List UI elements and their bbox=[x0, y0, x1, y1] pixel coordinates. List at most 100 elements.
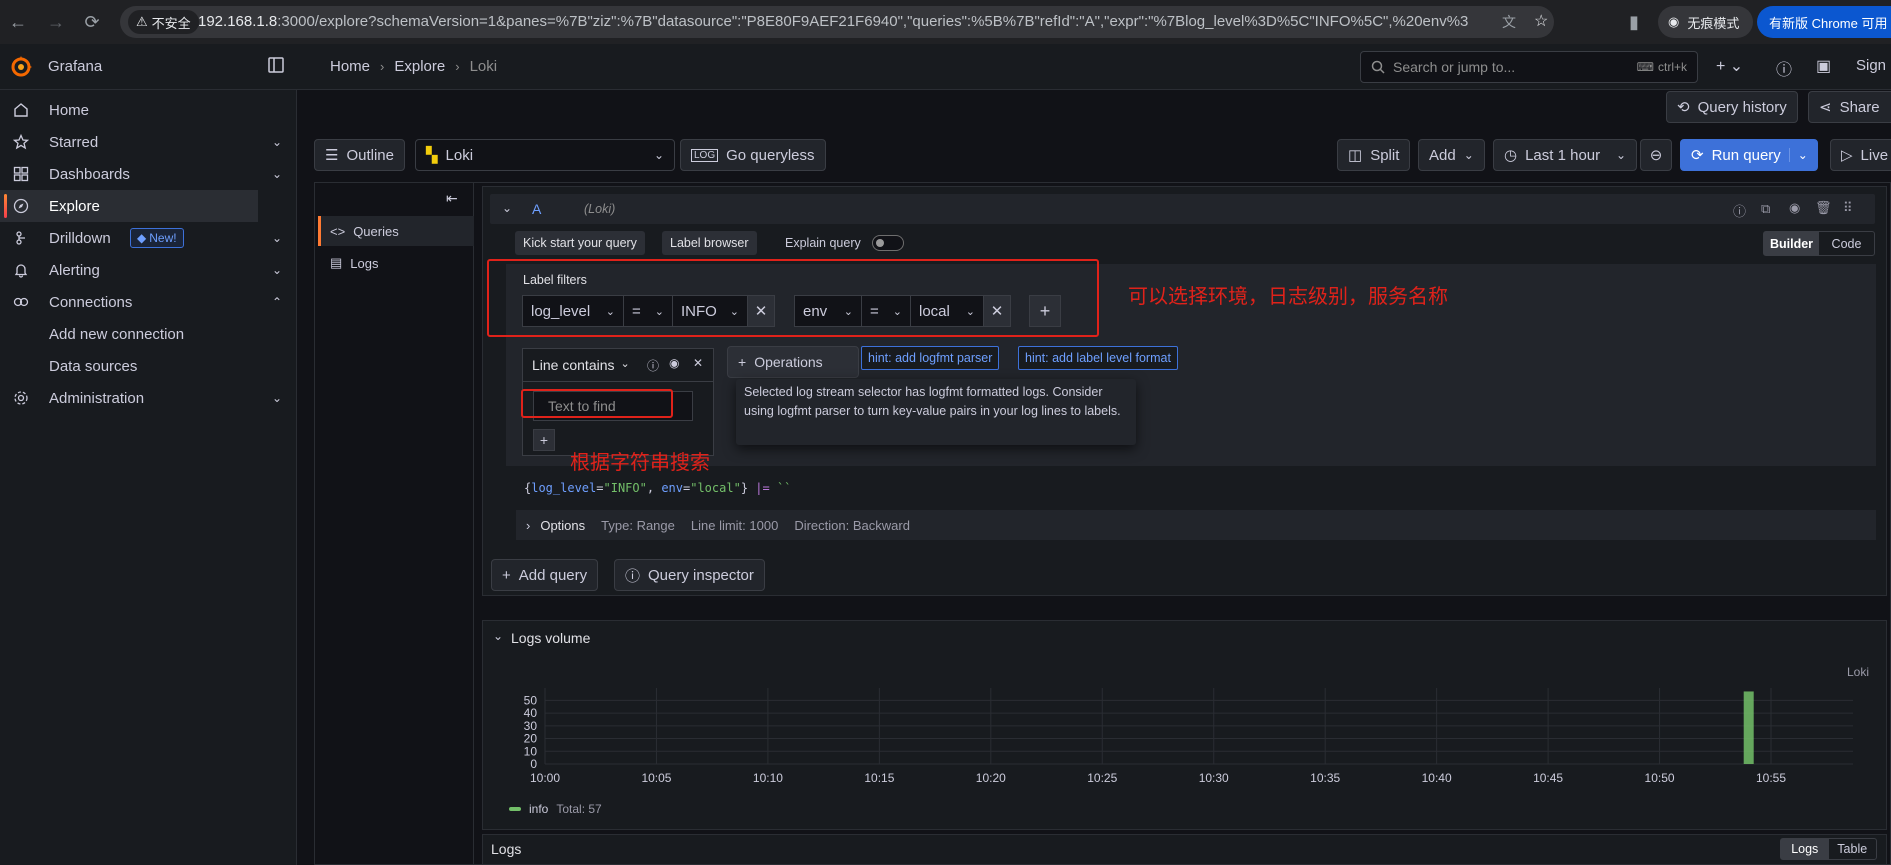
add-button[interactable]: Add ⌄ bbox=[1418, 139, 1485, 171]
chevron-down-icon[interactable]: ⌄ bbox=[272, 391, 282, 405]
editor-mode-switch[interactable]: Builder Code bbox=[1763, 231, 1875, 256]
add-query-button[interactable]: + Add query bbox=[491, 559, 599, 591]
sidebar-item-home[interactable]: Home bbox=[0, 94, 258, 126]
forward-icon[interactable]: → bbox=[42, 8, 70, 36]
insecure-chip[interactable]: ⚠ 不安全 bbox=[128, 10, 199, 34]
share-button[interactable]: ⋖ Share bbox=[1808, 91, 1891, 123]
url-text[interactable]: 192.168.1.8:3000/explore?schemaVersion=1… bbox=[198, 13, 1468, 30]
option-line-limit: Line limit: 1000 bbox=[690, 517, 779, 533]
outline-button[interactable]: ☰ Outline bbox=[314, 139, 405, 171]
kick-start-button[interactable]: Kick start your query bbox=[515, 231, 645, 255]
add-param-icon[interactable]: + bbox=[533, 429, 555, 451]
eye-icon[interactable]: ◉ bbox=[1789, 200, 1800, 216]
sidebar-item-label: Add new connection bbox=[49, 325, 185, 343]
operations-button[interactable]: + Operations bbox=[727, 346, 859, 378]
sidebar-item-drilldown[interactable]: Drilldown ◆ New! ⌄ bbox=[0, 222, 282, 254]
logs-view-switch[interactable]: Logs Table bbox=[1780, 838, 1877, 860]
breadcrumb-home[interactable]: Home bbox=[330, 58, 370, 75]
y-tick-label: 20 bbox=[524, 732, 538, 746]
address-bar[interactable]: ⚠ 不安全 192.168.1.8:3000/explore?schemaVers… bbox=[120, 6, 1554, 38]
content-outline bbox=[314, 182, 474, 865]
hint-level-button[interactable]: hint: add label level format bbox=[1018, 346, 1178, 370]
clock-icon: ◷ bbox=[1504, 147, 1518, 164]
sidebar-item-administration[interactable]: Administration ⌄ bbox=[0, 382, 282, 414]
collapse-outline-icon[interactable]: ⇤ bbox=[446, 190, 458, 207]
sidebar-item-add-new-connection[interactable]: Add new connection bbox=[0, 318, 258, 350]
y-tick-label: 10 bbox=[524, 744, 538, 758]
live-button[interactable]: ▷ Live bbox=[1830, 139, 1891, 171]
copy-icon[interactable]: ⧉ bbox=[1761, 201, 1770, 217]
sidebar-item-dashboards[interactable]: Dashboards ⌄ bbox=[0, 158, 282, 190]
label-browser-button[interactable]: Label browser bbox=[662, 231, 757, 255]
explain-query-toggle[interactable] bbox=[872, 235, 904, 251]
time-range-picker[interactable]: ◷ Last 1 hour ⌄ bbox=[1493, 139, 1637, 171]
run-query-button[interactable]: ⟳ Run query ⌄ bbox=[1680, 139, 1818, 171]
chevron-down-icon[interactable]: ⌄ bbox=[493, 629, 503, 643]
sign-in-link[interactable]: Sign bbox=[1856, 57, 1886, 74]
translate-icon[interactable]: 文 bbox=[1502, 12, 1516, 32]
chevron-down-icon[interactable]: ⌄ bbox=[272, 167, 282, 181]
incognito-chip[interactable]: ◉ 无痕模式 bbox=[1658, 6, 1754, 38]
chart-legend[interactable]: info Total: 57 bbox=[509, 802, 602, 816]
chevron-down-icon[interactable]: ⌄ bbox=[272, 263, 282, 277]
drag-handle-icon[interactable]: ⠿ bbox=[1843, 200, 1853, 216]
search-placeholder: Search or jump to... bbox=[1393, 59, 1516, 75]
close-icon[interactable]: ✕ bbox=[693, 356, 703, 370]
reload-icon[interactable]: ⟳ bbox=[78, 8, 106, 36]
breadcrumb-explore[interactable]: Explore bbox=[394, 58, 445, 75]
insecure-label: 不安全 bbox=[151, 15, 191, 31]
search-input[interactable]: Search or jump to... ⌨ ctrl+k bbox=[1360, 51, 1698, 83]
grafana-logo[interactable] bbox=[10, 56, 32, 78]
help-icon[interactable]: ⓘ bbox=[1776, 56, 1792, 80]
sidebar-item-alerting[interactable]: Alerting ⌄ bbox=[0, 254, 282, 286]
back-icon[interactable]: ← bbox=[4, 8, 32, 36]
plus-menu-icon[interactable]: + ⌄ bbox=[1716, 56, 1743, 76]
split-button[interactable]: ◫ Split bbox=[1337, 139, 1411, 171]
sidepanel-icon[interactable]: ▮ bbox=[1620, 8, 1648, 36]
bell-icon bbox=[14, 264, 28, 278]
chevron-down-icon[interactable]: ⌄ bbox=[272, 231, 282, 245]
outline-label: Outline bbox=[346, 146, 394, 164]
legend-swatch bbox=[509, 807, 521, 811]
x-tick-label: 10:35 bbox=[1310, 771, 1340, 785]
option-type: Type: Range bbox=[601, 517, 675, 533]
sidebar-item-starred[interactable]: Starred ⌄ bbox=[0, 126, 282, 158]
chevron-down-icon[interactable]: ⌄ bbox=[1788, 148, 1808, 162]
view-table[interactable]: Table bbox=[1829, 839, 1877, 859]
go-queryless-button[interactable]: LOG Go queryless bbox=[680, 139, 826, 171]
mode-builder[interactable]: Builder bbox=[1764, 232, 1819, 255]
zoom-out-button[interactable]: ⊖ bbox=[1640, 139, 1672, 171]
news-icon[interactable]: ▣ bbox=[1816, 56, 1831, 76]
hint-logfmt-button[interactable]: hint: add logfmt parser bbox=[861, 346, 1000, 370]
options-title: Options bbox=[540, 517, 586, 533]
trash-icon[interactable]: 🗑 bbox=[1815, 200, 1832, 216]
query-history-button[interactable]: ⟲ Query history bbox=[1666, 91, 1798, 123]
dock-menu-icon[interactable] bbox=[268, 57, 284, 73]
update-chrome-button[interactable]: 有新版 Chrome 可用 bbox=[1757, 6, 1891, 38]
logs-volume-panel: ⌄ Logs volume Loki 0 10 20 30 40 50 10:00 10:05… bbox=[482, 620, 1887, 830]
chevron-up-icon[interactable]: ⌃ bbox=[272, 295, 282, 309]
info-icon[interactable]: ⓘ bbox=[647, 357, 659, 374]
sidebar-item-explore[interactable]: Explore bbox=[0, 190, 258, 222]
x-tick-label: 10:50 bbox=[1645, 771, 1675, 785]
query-inspector-button[interactable]: ⓘ Query inspector bbox=[614, 559, 765, 591]
chevron-down-icon[interactable]: ⌄ bbox=[502, 201, 512, 215]
line-contains-header[interactable]: Line contains ⌄ bbox=[532, 357, 630, 373]
sidebar-item-connections[interactable]: Connections ⌃ bbox=[0, 286, 282, 318]
y-tick-label: 0 bbox=[530, 757, 537, 771]
view-logs[interactable]: Logs bbox=[1781, 839, 1829, 859]
mode-code[interactable]: Code bbox=[1819, 232, 1874, 255]
split-label: Split bbox=[1370, 146, 1400, 164]
chevron-right-icon: › bbox=[380, 59, 385, 74]
datasource-picker[interactable]: ▚ Loki ⌄ bbox=[415, 139, 675, 171]
query-ref-id[interactable]: A bbox=[532, 201, 541, 217]
help-icon[interactable]: ⓘ bbox=[1733, 201, 1746, 220]
outline-item-logs[interactable]: ▤ Logs bbox=[320, 248, 474, 278]
outline-item-queries[interactable]: <> Queries bbox=[318, 216, 474, 246]
sidebar-item-data-sources[interactable]: Data sources bbox=[0, 350, 258, 382]
star-icon[interactable]: ☆ bbox=[1534, 11, 1548, 31]
eye-icon[interactable]: ◉ bbox=[669, 356, 679, 370]
sidebar-item-label: Drilldown bbox=[49, 229, 111, 247]
query-options-row[interactable]: › Options Type: Range Line limit: 1000 D… bbox=[516, 510, 1876, 540]
chevron-down-icon[interactable]: ⌄ bbox=[272, 135, 282, 149]
